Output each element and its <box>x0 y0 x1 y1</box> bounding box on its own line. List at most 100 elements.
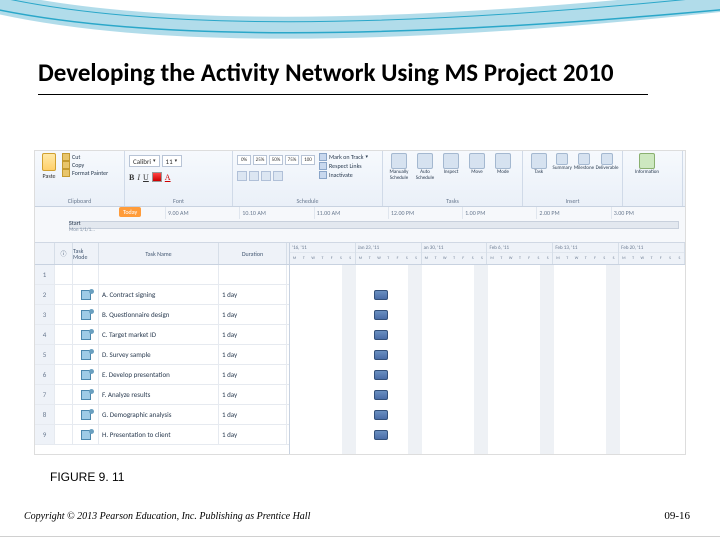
milestone-button[interactable]: Milestone <box>574 153 594 187</box>
row-info-cell[interactable] <box>55 325 73 344</box>
mode-button[interactable]: Mode <box>491 153 515 187</box>
ribbon-group-schedule: 0% 25% 50% 75% 100 Mark on Track▾ <box>233 151 383 206</box>
row-duration[interactable]: 1 day <box>219 305 287 324</box>
row-info-cell[interactable] <box>55 385 73 404</box>
row-mode-cell[interactable] <box>73 385 99 404</box>
format-painter-button[interactable]: Format Painter <box>62 169 108 177</box>
information-button[interactable]: Information <box>627 153 667 187</box>
table-row[interactable]: 8G. Demographic analysis1 day <box>35 405 289 425</box>
row-duration[interactable]: 1 day <box>219 325 287 344</box>
row-task-name[interactable]: A. Contract signing <box>99 285 219 304</box>
gantt-bar[interactable] <box>374 390 388 400</box>
italic-button[interactable]: I <box>137 173 140 182</box>
slide-title: Developing the Activity Network Using MS… <box>38 58 682 95</box>
row-mode-cell[interactable] <box>73 345 99 364</box>
unlink-button[interactable] <box>273 171 283 181</box>
row-info-cell[interactable] <box>55 305 73 324</box>
pct-50-button[interactable]: 50% <box>269 155 283 165</box>
pct-25-button[interactable]: 25% <box>253 155 267 165</box>
row-info-cell[interactable] <box>55 405 73 424</box>
table-row[interactable]: 6E. Develop presentation1 day <box>35 365 289 385</box>
col-task-name[interactable]: Task Name <box>99 243 219 264</box>
row-duration[interactable]: 1 day <box>219 385 287 404</box>
auto-schedule-icon <box>417 153 433 169</box>
table-row[interactable]: 1 <box>35 265 289 285</box>
gantt-bar[interactable] <box>374 430 388 440</box>
pct-0-button[interactable]: 0% <box>237 155 251 165</box>
manual-mode-icon <box>81 290 91 300</box>
row-mode-cell[interactable] <box>73 325 99 344</box>
indent-button[interactable] <box>249 171 259 181</box>
cut-button[interactable]: Cut <box>62 153 108 161</box>
underline-button[interactable]: U <box>143 173 149 182</box>
row-info-cell[interactable] <box>55 365 73 384</box>
paste-button[interactable]: Paste <box>39 153 59 187</box>
table-row[interactable]: 9H. Presentation to client1 day <box>35 425 289 445</box>
pct-100-button[interactable]: 100 <box>301 155 315 165</box>
gantt-bar[interactable] <box>374 410 388 420</box>
col-duration[interactable]: Duration <box>219 243 287 264</box>
auto-schedule-button[interactable]: Auto Schedule <box>413 153 437 187</box>
link-button[interactable] <box>261 171 271 181</box>
table-row[interactable]: 5D. Survey sample1 day <box>35 345 289 365</box>
gantt-bar[interactable] <box>374 370 388 380</box>
inspect-button[interactable]: Inspect <box>439 153 463 187</box>
row-mode-cell[interactable] <box>73 305 99 324</box>
row-number: 2 <box>35 285 55 304</box>
row-task-name[interactable]: D. Survey sample <box>99 345 219 364</box>
move-button[interactable]: Move <box>465 153 489 187</box>
row-mode-cell[interactable] <box>73 265 99 284</box>
table-row[interactable]: 7F. Analyze results1 day <box>35 385 289 405</box>
row-info-cell[interactable] <box>55 285 73 304</box>
inactivate-button[interactable]: Inactivate <box>319 171 368 179</box>
manual-schedule-button[interactable]: Manually Schedule <box>387 153 411 187</box>
table-row[interactable]: 3B. Questionnaire design1 day <box>35 305 289 325</box>
row-duration[interactable]: 1 day <box>219 365 287 384</box>
row-mode-cell[interactable] <box>73 365 99 384</box>
deliverable-button[interactable]: Deliverable <box>596 153 618 187</box>
move-icon <box>469 153 485 169</box>
bold-button[interactable]: B <box>129 173 134 182</box>
row-duration[interactable] <box>219 265 287 284</box>
ribbon: Paste Cut Copy Format Painter Clipboard … <box>35 151 685 207</box>
timeline[interactable]: 9.00 AM 10.10 AM 11.00 AM 12.00 PM 1.00 … <box>35 207 685 243</box>
row-task-name[interactable]: G. Demographic analysis <box>99 405 219 424</box>
gantt-timeline[interactable]: '16, '11MTWTFSSJan 23, '11MTWTFSSan 30, … <box>290 243 685 454</box>
row-mode-cell[interactable] <box>73 405 99 424</box>
row-task-name[interactable]: E. Develop presentation <box>99 365 219 384</box>
respect-links-button[interactable]: Respect Links <box>319 162 368 170</box>
row-duration[interactable]: 1 day <box>219 285 287 304</box>
col-info[interactable]: ⓘ <box>55 243 73 264</box>
gantt-bar[interactable] <box>374 310 388 320</box>
row-task-name[interactable]: C. Target market ID <box>99 325 219 344</box>
gantt-bar[interactable] <box>374 330 388 340</box>
copy-button[interactable]: Copy <box>62 161 108 169</box>
table-row[interactable]: 2 A. Contract signing1 day <box>35 285 289 305</box>
task-button[interactable]: Task <box>527 153 550 187</box>
font-name-select[interactable]: Calibri▾ <box>129 155 160 167</box>
row-task-name[interactable]: H. Presentation to client <box>99 425 219 444</box>
font-color-button[interactable]: A <box>165 173 171 182</box>
gantt-bar[interactable] <box>374 350 388 360</box>
row-mode-cell[interactable] <box>73 425 99 444</box>
row-duration[interactable]: 1 day <box>219 345 287 364</box>
row-info-cell[interactable] <box>55 345 73 364</box>
row-mode-cell[interactable] <box>73 285 99 304</box>
summary-button[interactable]: Summary <box>552 153 572 187</box>
bg-color-button[interactable] <box>152 172 162 182</box>
font-size-select[interactable]: 11▾ <box>162 155 182 167</box>
table-row[interactable]: 4C. Target market ID1 day <box>35 325 289 345</box>
row-duration[interactable]: 1 day <box>219 425 287 444</box>
row-task-name[interactable] <box>99 265 219 284</box>
pct-75-button[interactable]: 75% <box>285 155 299 165</box>
timeline-tick: 3.00 PM <box>611 207 685 219</box>
row-duration[interactable]: 1 day <box>219 405 287 424</box>
gantt-bar[interactable] <box>374 290 388 300</box>
outdent-button[interactable] <box>237 171 247 181</box>
mark-on-track-button[interactable]: Mark on Track▾ <box>319 153 368 161</box>
row-task-name[interactable]: F. Analyze results <box>99 385 219 404</box>
row-task-name[interactable]: B. Questionnaire design <box>99 305 219 324</box>
col-task-mode[interactable]: Task Mode <box>73 243 99 264</box>
row-info-cell[interactable] <box>55 425 73 444</box>
row-info-cell[interactable] <box>55 265 73 284</box>
